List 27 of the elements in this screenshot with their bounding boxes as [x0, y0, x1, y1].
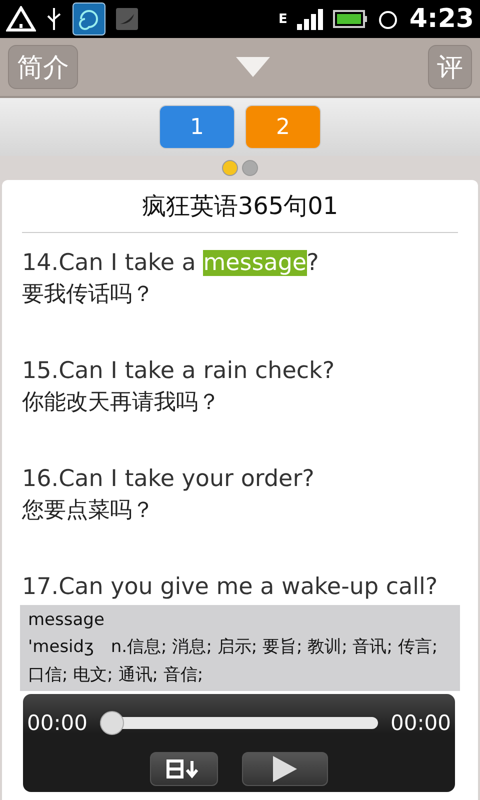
dictionary-word: message [28, 609, 106, 632]
intro-button[interactable]: 简介 [8, 45, 78, 89]
alarm-icon [377, 8, 400, 30]
signal-icon [297, 8, 324, 30]
page-button[interactable]: 1 [159, 105, 235, 149]
lesson-title: 疯狂英语365句01 [22, 190, 458, 233]
clock-time: 4:23 [409, 4, 474, 34]
chinese-translation: 要我传话吗？ [22, 281, 155, 309]
seek-track[interactable] [100, 711, 378, 735]
chinese-translation: 您要点菜吗？ [22, 497, 155, 525]
comment-button[interactable]: 评 [428, 45, 472, 89]
english-sentence: 14.Can I take a message? [22, 249, 320, 278]
page-button[interactable]: 2 [245, 105, 321, 149]
elapsed-time: 00:00 [27, 711, 88, 735]
battery-icon [333, 10, 368, 28]
chinese-translation: 你能改天再请我吗？ [22, 389, 221, 417]
list-button[interactable] [150, 752, 218, 786]
seek-thumb[interactable] [100, 711, 124, 735]
play-icon [271, 754, 299, 784]
network-type: E [278, 12, 288, 26]
english-sentence: 17.Can you give me a wake-up call? [22, 573, 439, 602]
english-sentence: 16.Can I take your order? [22, 465, 316, 494]
dictionary-definition: 'mesidʒ n.信息; 消息; 启示; 要旨; 教训; 音讯; 传言; 口信; 电文; 通讯; 音信; [28, 636, 439, 687]
play-button[interactable] [242, 752, 328, 786]
warning-icon [6, 6, 36, 32]
total-time: 00:00 [390, 711, 451, 735]
english-sentence: 15.Can I take a rain check? [22, 357, 336, 386]
